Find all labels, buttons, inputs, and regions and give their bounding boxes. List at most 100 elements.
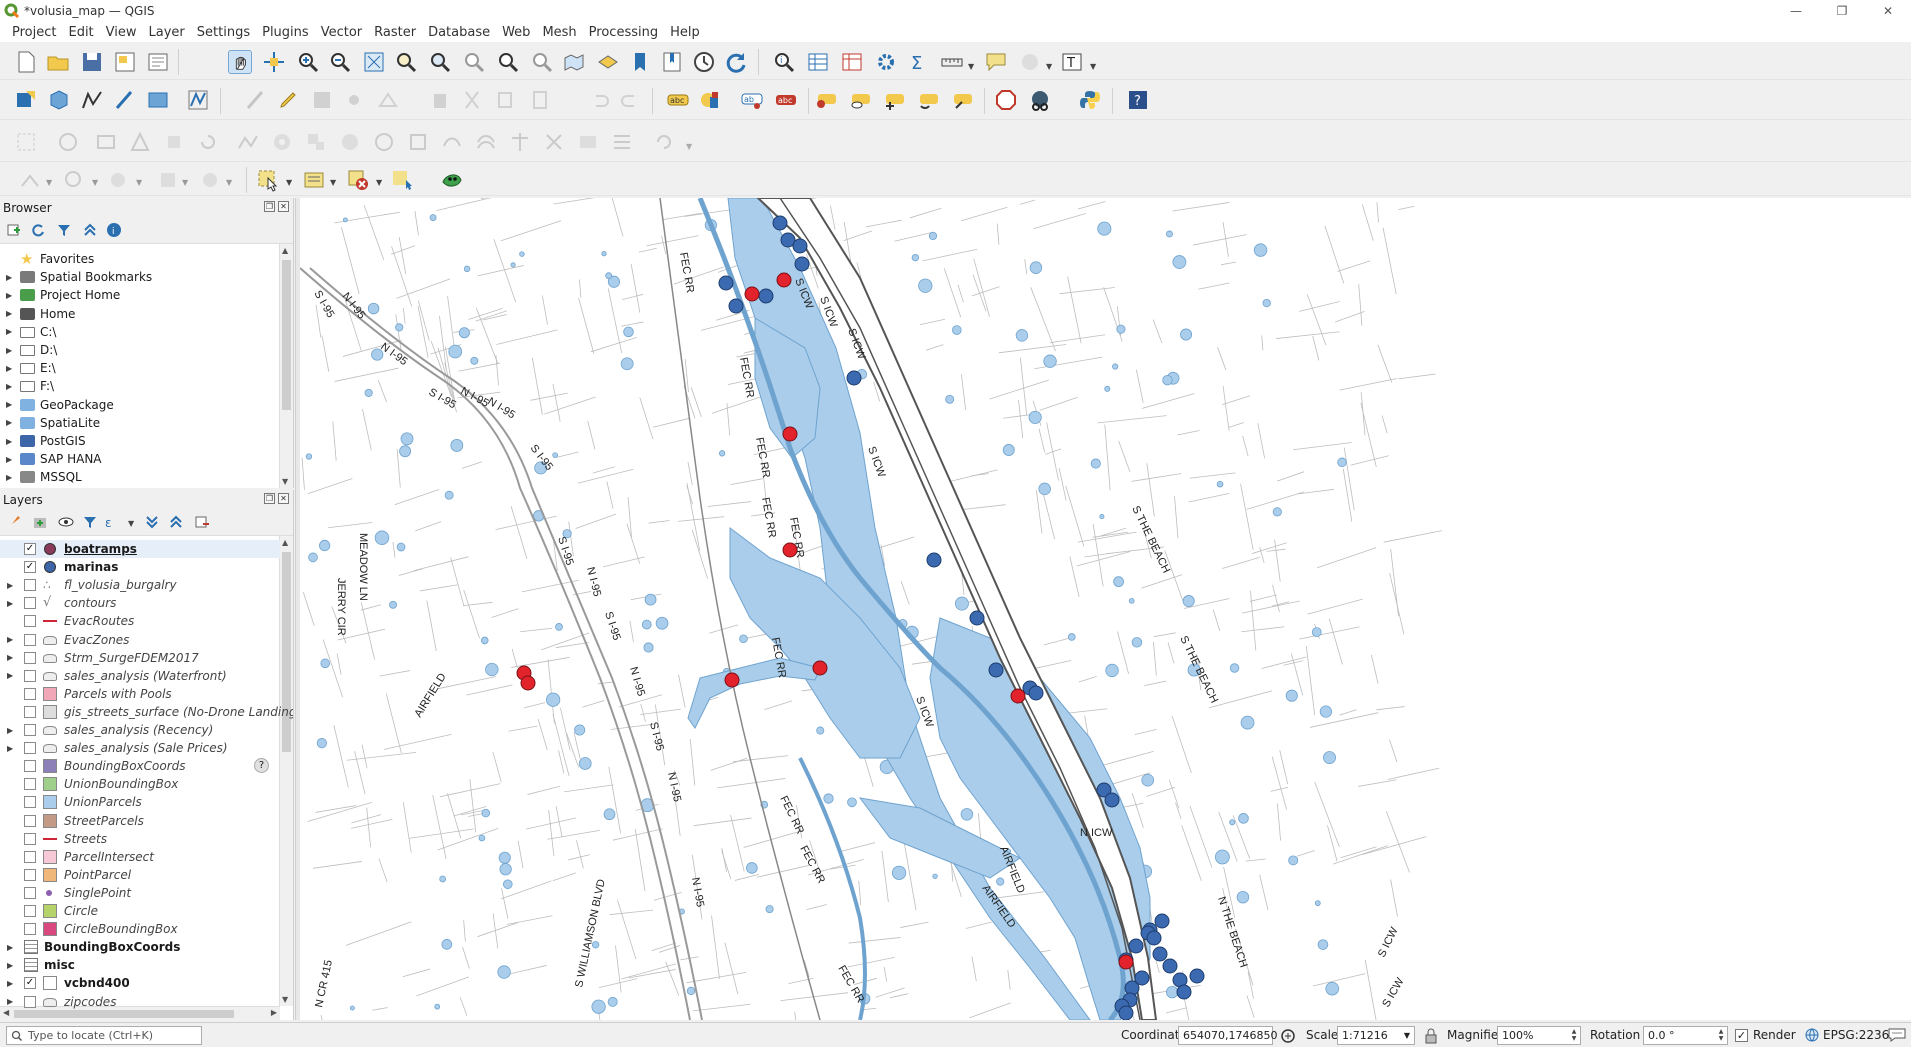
boatramp-point[interactable] bbox=[724, 672, 740, 688]
boatramp-point[interactable] bbox=[782, 426, 798, 442]
merge-attributes-icon[interactable] bbox=[610, 130, 634, 154]
toggle-extents-icon[interactable] bbox=[1280, 1028, 1296, 1044]
annotation-dropdown-icon[interactable]: ▼ bbox=[1046, 62, 1052, 71]
measure-line-icon[interactable] bbox=[940, 50, 964, 74]
zoom-to-layer-icon[interactable] bbox=[428, 50, 452, 74]
layer-item[interactable]: ▶ BoundingBoxCoords bbox=[0, 938, 280, 956]
menu-vector[interactable]: Vector bbox=[315, 25, 368, 40]
field-calculator-icon[interactable] bbox=[840, 50, 864, 74]
open-project-icon[interactable] bbox=[46, 50, 70, 74]
layer-visibility-checkbox[interactable] bbox=[24, 778, 36, 791]
properties-info-icon[interactable]: i bbox=[106, 222, 122, 238]
save-edits-icon[interactable] bbox=[310, 88, 334, 112]
layer-visibility-checkbox[interactable] bbox=[24, 669, 36, 682]
expand-arrow-icon[interactable]: ▶ bbox=[7, 744, 15, 753]
boatramp-point[interactable] bbox=[1010, 688, 1026, 704]
add-triangle-icon[interactable] bbox=[128, 130, 152, 154]
layer-visibility-checkbox[interactable]: ✓ bbox=[24, 977, 36, 990]
temporal-controller-icon[interactable] bbox=[692, 50, 716, 74]
layer-styling-icon[interactable] bbox=[6, 514, 22, 530]
text-annotation-icon[interactable]: T bbox=[1060, 50, 1084, 74]
zoom-to-selection-icon[interactable] bbox=[394, 50, 418, 74]
marina-point[interactable] bbox=[1154, 913, 1170, 929]
layer-item[interactable]: Streets bbox=[0, 830, 280, 848]
layer-item[interactable]: StreetParcels bbox=[0, 812, 280, 830]
copy-features-icon[interactable] bbox=[494, 88, 518, 112]
rotate-dropdown-icon[interactable]: ▼ bbox=[686, 142, 692, 151]
marina-point[interactable] bbox=[772, 215, 788, 231]
layer-item[interactable]: ▶ zipcodes bbox=[0, 993, 280, 1011]
split-features-icon[interactable] bbox=[508, 130, 532, 154]
browser-item[interactable]: ▶ Home bbox=[0, 305, 280, 323]
georeference-dropdown-icon[interactable]: ▼ bbox=[136, 178, 142, 187]
layer-visibility-checkbox[interactable] bbox=[24, 687, 36, 700]
marina-point[interactable] bbox=[1104, 792, 1120, 808]
layer-visibility-checkbox[interactable] bbox=[24, 905, 36, 917]
layer-visibility-checkbox[interactable] bbox=[24, 923, 36, 936]
expand-arrow-icon[interactable]: ▶ bbox=[6, 309, 14, 318]
marina-point[interactable] bbox=[1189, 968, 1205, 984]
layer-item[interactable]: SinglePoint bbox=[0, 884, 280, 902]
paste-style-dropdown-icon[interactable]: ▼ bbox=[226, 178, 232, 187]
globe-plugin-icon[interactable] bbox=[1028, 88, 1052, 112]
expand-arrow-icon[interactable]: ▶ bbox=[7, 599, 15, 608]
text-annotation-dropdown-icon[interactable]: ▼ bbox=[1090, 62, 1096, 71]
zoom-next-icon[interactable] bbox=[530, 50, 554, 74]
toggle-editing-icon[interactable] bbox=[276, 88, 300, 112]
pan-map-icon[interactable] bbox=[228, 50, 252, 74]
layer-visibility-checkbox[interactable] bbox=[24, 742, 36, 755]
statistical-summary-icon[interactable]: Σ bbox=[906, 50, 930, 74]
new-virtual-layer-icon[interactable] bbox=[146, 88, 170, 112]
layer-item[interactable]: UnionParcels bbox=[0, 793, 280, 811]
add-group-icon[interactable] bbox=[32, 514, 48, 530]
close-layers-button[interactable]: ✕ bbox=[278, 493, 289, 504]
marina-point[interactable] bbox=[846, 370, 862, 386]
browser-item[interactable]: ▶ Project Home bbox=[0, 286, 280, 304]
expand-arrow-icon[interactable]: ▶ bbox=[6, 437, 14, 446]
scale-combobox[interactable]: 1:71216 ▼ bbox=[1337, 1026, 1415, 1045]
measure-dropdown-icon[interactable]: ▼ bbox=[968, 62, 974, 71]
layer-item[interactable]: ✓ boatramps bbox=[0, 540, 280, 558]
marina-point[interactable] bbox=[969, 610, 985, 626]
browser-item[interactable]: ▶ Spatial Bookmarks bbox=[0, 268, 280, 286]
layer-visibility-checkbox[interactable] bbox=[24, 760, 36, 773]
expand-arrow-icon[interactable]: ▶ bbox=[6, 455, 14, 464]
layer-item[interactable]: BoundingBoxCoords? bbox=[0, 757, 280, 775]
copy-style-icon[interactable] bbox=[156, 168, 180, 192]
select-expression-dropdown-icon[interactable]: ▼ bbox=[330, 178, 336, 187]
expand-arrow-icon[interactable]: ▶ bbox=[7, 997, 15, 1006]
annotation-tools-icon[interactable] bbox=[1018, 50, 1042, 74]
expand-arrow-icon[interactable]: ▶ bbox=[7, 671, 15, 680]
layout-manager-icon[interactable] bbox=[146, 50, 170, 74]
menu-help[interactable]: Help bbox=[664, 25, 706, 40]
menu-web[interactable]: Web bbox=[496, 25, 536, 40]
select-by-location-icon[interactable] bbox=[390, 168, 414, 192]
identify-tools-icon[interactable] bbox=[62, 168, 86, 192]
layer-item[interactable]: PointParcel bbox=[0, 866, 280, 884]
locator-search[interactable]: Type to locate (Ctrl+K) bbox=[6, 1026, 202, 1045]
save-project-icon[interactable] bbox=[80, 50, 104, 74]
expand-arrow-icon[interactable]: ▶ bbox=[6, 473, 14, 482]
undo-icon[interactable] bbox=[588, 88, 612, 112]
map-canvas[interactable]: S I-95 N I-95 N I-95 S I-95 N I-95 N I-95 S I-… bbox=[300, 198, 1911, 1020]
filter-browser-icon[interactable] bbox=[56, 222, 72, 238]
rotate-feature-icon[interactable] bbox=[196, 130, 220, 154]
layer-item[interactable]: Parcels with Pools bbox=[0, 685, 280, 703]
georeference-icon[interactable] bbox=[106, 168, 130, 192]
refresh-icon[interactable] bbox=[724, 50, 748, 74]
marina-point[interactable] bbox=[792, 238, 808, 254]
new-project-icon[interactable] bbox=[14, 50, 38, 74]
add-circle-icon[interactable] bbox=[56, 130, 80, 154]
boatramp-point[interactable] bbox=[782, 542, 798, 558]
move-feature-icon[interactable] bbox=[162, 130, 186, 154]
expand-arrow-icon[interactable]: ▶ bbox=[7, 979, 15, 988]
layers-scrollbar[interactable]: ▲ ▼ bbox=[279, 536, 293, 1006]
marina-point[interactable] bbox=[1146, 930, 1162, 946]
layer-visibility-checkbox[interactable]: ✓ bbox=[24, 561, 36, 574]
expand-arrow-icon[interactable]: ▶ bbox=[6, 346, 14, 355]
expression-dropdown-icon[interactable]: ▼ bbox=[128, 519, 134, 528]
layer-item[interactable]: ▶ ✓ vcbnd400 bbox=[0, 974, 280, 992]
boatramp-point[interactable] bbox=[776, 272, 792, 288]
offset-curve-icon[interactable] bbox=[474, 130, 498, 154]
deselect-features-icon[interactable] bbox=[346, 168, 370, 192]
